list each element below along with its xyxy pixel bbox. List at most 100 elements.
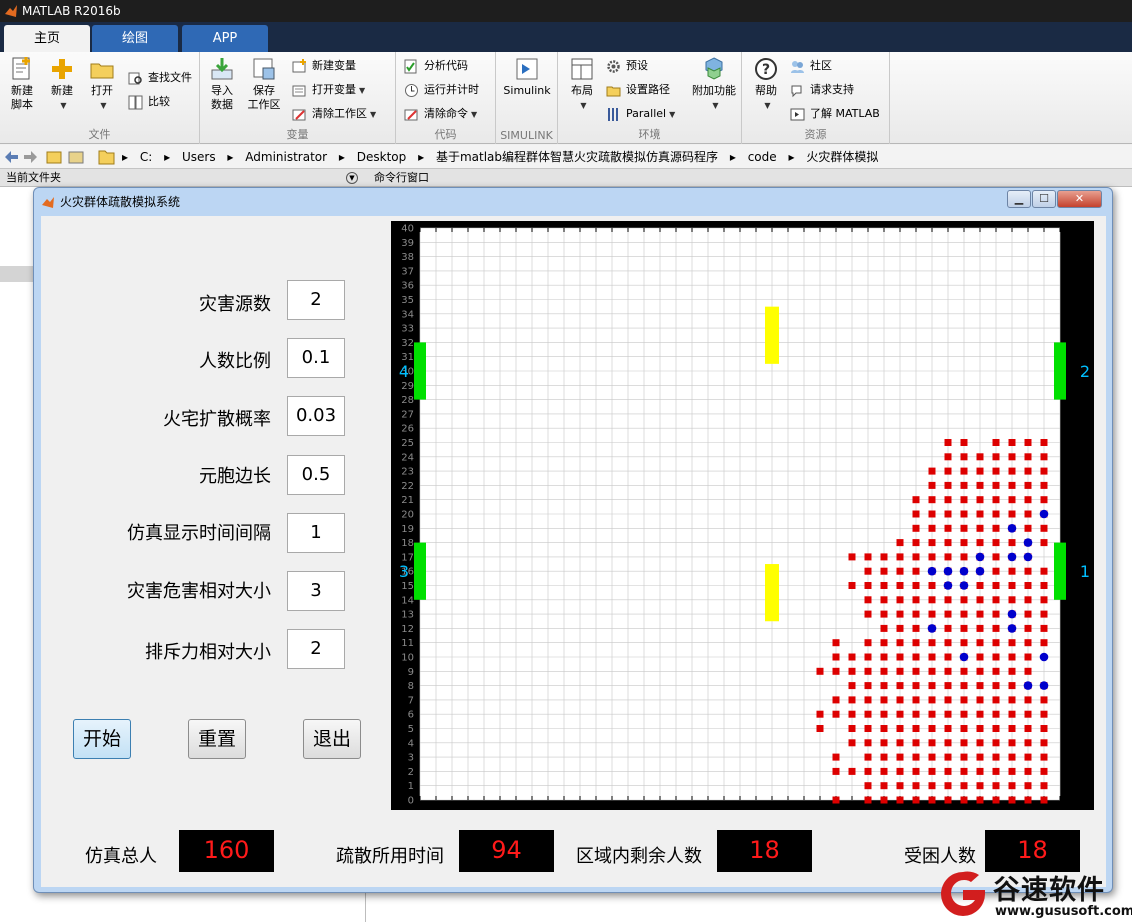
new-script-button[interactable]: 新建 脚本 (0, 56, 44, 112)
exit-door (1054, 542, 1066, 600)
person (959, 652, 969, 662)
layout-button[interactable]: 布局 ▼ (560, 56, 604, 113)
fire-cell (1040, 567, 1048, 575)
param-input[interactable]: 1 (287, 513, 345, 553)
addons-button[interactable]: 附加功能 ▼ (688, 56, 740, 113)
param-input[interactable]: 3 (287, 571, 345, 611)
y-tick-label: 18 (401, 538, 414, 549)
y-tick-label: 7 (408, 695, 414, 706)
fire-cell (928, 767, 936, 775)
fire-cell (1008, 510, 1016, 518)
breadcrumb-sep-icon: ▸ (788, 150, 795, 164)
parallel-button[interactable]: Parallel ▼ (606, 104, 675, 124)
breadcrumb: ▸ C: ▸ Users ▸ Administrator ▸ Desktop ▸… (122, 145, 886, 169)
stat-remaining-value: 18 (717, 830, 812, 872)
save-workspace-button[interactable]: 保存 工作区 (242, 56, 286, 112)
person (975, 552, 985, 562)
open-variable-label: 打开变量 (312, 83, 356, 96)
tab-apps[interactable]: APP (182, 25, 268, 52)
fire-cell (1024, 524, 1032, 532)
preferences-label: 预设 (626, 59, 648, 72)
compare-button[interactable]: 比较 (128, 92, 170, 112)
new-variable-button[interactable]: 新建变量 (292, 56, 356, 76)
chevron-down-icon: ▼ (60, 101, 67, 110)
new-button[interactable]: 新建 ▼ (40, 56, 84, 113)
clear-workspace-button[interactable]: 清除工作区 ▼ (292, 104, 376, 124)
fire-cell (896, 624, 904, 632)
fire-cell (976, 582, 984, 589)
reset-button[interactable]: 重置 (188, 719, 246, 759)
start-button[interactable]: 开始 (73, 719, 131, 759)
chevron-down-icon: ▼ (580, 101, 587, 110)
fire-cell (912, 539, 920, 547)
open-variable-button[interactable]: 打开变量 ▼ (292, 80, 365, 100)
breadcrumb-item[interactable]: Desktop (357, 150, 407, 164)
fire-cell (976, 624, 984, 632)
breadcrumb-item[interactable]: 基于matlab编程群体智慧火灾疏散模拟仿真源码程序 (436, 150, 718, 164)
ribbon-section-variable: 导入 数据 保存 工作区 新建变量 打开变量 ▼ 清除工作区 ▼ 变量 (200, 52, 396, 144)
import-data-button[interactable]: 导入 数据 (200, 56, 244, 112)
find-files-button[interactable]: 查找文件 (128, 68, 192, 88)
help-button[interactable]: ? 帮助 ▼ (744, 56, 788, 113)
fire-cell (944, 710, 952, 718)
param-input[interactable]: 2 (287, 280, 345, 320)
simulink-button[interactable]: Simulink (500, 56, 554, 98)
learn-matlab-button[interactable]: 了解 MATLAB (790, 104, 880, 124)
breadcrumb-item[interactable]: Administrator (245, 150, 327, 164)
maximize-button[interactable]: ☐ (1032, 190, 1056, 208)
breadcrumb-item[interactable]: code (748, 150, 777, 164)
fire-cell (976, 767, 984, 775)
fire-cell (912, 796, 920, 804)
panel-actions-icon[interactable]: ▼ (346, 172, 358, 184)
stat-remaining-label: 区域内剩余人数 (576, 846, 702, 867)
run-and-time-button[interactable]: 运行并计时 (404, 80, 479, 100)
clear-commands-button[interactable]: 清除命令 ▼ (404, 104, 477, 124)
app-titlebar: MATLAB R2016b (0, 0, 1132, 22)
tab-home[interactable]: 主页 (4, 25, 90, 52)
fire-cell (832, 696, 840, 704)
breadcrumb-item[interactable]: Users (182, 150, 216, 164)
fire-cell (1024, 624, 1032, 632)
fire-cell (992, 539, 1000, 547)
fire-cell (1040, 710, 1048, 718)
help-icon: ? (755, 58, 777, 80)
param-input[interactable]: 2 (287, 629, 345, 669)
set-path-button[interactable]: 设置路径 (606, 80, 670, 100)
ribbon-section-file: 新建 脚本 新建 ▼ 打开 ▼ 查找文件 比较 文件 (0, 52, 200, 144)
person (1023, 552, 1033, 562)
forward-arrow-icon[interactable] (24, 151, 37, 163)
minimize-button[interactable]: ▁ (1007, 190, 1031, 208)
y-tick-label: 15 (401, 581, 414, 592)
tab-plots[interactable]: 绘图 (92, 25, 178, 52)
breadcrumb-item[interactable]: C: (140, 150, 152, 164)
community-button[interactable]: 社区 (790, 56, 832, 76)
breadcrumb-sep-icon: ▸ (122, 150, 129, 164)
section-label-environment: 环境 (638, 128, 661, 141)
preferences-button[interactable]: 预设 (606, 56, 648, 76)
browse-folder-icon[interactable] (68, 151, 84, 164)
fire-cell (912, 639, 920, 647)
community-icon (791, 61, 804, 73)
close-button[interactable]: ✕ (1057, 190, 1102, 208)
back-arrow-icon[interactable] (5, 151, 18, 163)
breadcrumb-item[interactable]: 火灾群体模拟 (806, 150, 878, 164)
fire-cell (1024, 610, 1032, 618)
request-support-button[interactable]: 请求支持 (790, 80, 854, 100)
fire-cell (1024, 639, 1032, 647)
exit-button[interactable]: 退出 (303, 719, 361, 759)
fire-cell (960, 539, 968, 547)
ribbon: 新建 脚本 新建 ▼ 打开 ▼ 查找文件 比较 文件 导入 数据 保存 工作区 (0, 52, 1132, 144)
param-input[interactable]: 0.5 (287, 455, 345, 495)
analyze-code-button[interactable]: 分析代码 (404, 56, 468, 76)
fire-cell (944, 782, 952, 790)
up-folder-icon[interactable] (46, 151, 62, 164)
fire-cell (960, 596, 968, 604)
open-button[interactable]: 打开 ▼ (80, 56, 124, 113)
y-tick-label: 6 (408, 710, 414, 721)
fire-cell (1008, 596, 1016, 604)
param-input[interactable]: 0.03 (287, 396, 345, 436)
fire-cell (960, 667, 968, 675)
fire-cell (912, 667, 920, 675)
param-input[interactable]: 0.1 (287, 338, 345, 378)
fire-cell (848, 682, 856, 690)
